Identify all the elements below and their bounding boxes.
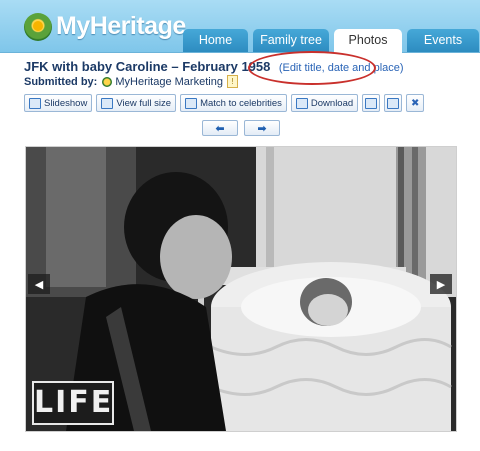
download-button[interactable]: Download [290, 94, 359, 112]
download-label: Download [310, 97, 354, 109]
rotate-left-button[interactable] [362, 94, 381, 112]
slideshow-button[interactable]: Slideshow [24, 94, 93, 112]
myheritage-user-icon [102, 76, 113, 87]
slideshow-label: Slideshow [44, 97, 88, 109]
site-header: MyHeritage Home Family tree Photos Event… [0, 0, 480, 53]
submitted-by-label: Submitted by: [24, 75, 98, 88]
myheritage-logo-icon [24, 12, 52, 41]
photo-title: JFK with baby Caroline – February 1958 [24, 59, 271, 74]
zoom-icon [101, 97, 114, 109]
tab-home[interactable]: Home [183, 29, 248, 52]
tab-family-tree[interactable]: Family tree [253, 29, 329, 52]
download-icon [295, 97, 308, 109]
tab-photos[interactable]: Photos [334, 29, 402, 53]
rotate-left-icon [365, 97, 378, 109]
info-icon[interactable]: ! [226, 75, 238, 88]
tab-events[interactable]: Events [407, 29, 479, 52]
next-photo-button[interactable]: ➡ [244, 120, 280, 136]
arrow-right-icon: ➡ [257, 122, 267, 135]
view-full-size-button[interactable]: View full size [96, 94, 177, 112]
life-watermark: LIFE [32, 381, 114, 425]
delete-icon: ✖ [410, 97, 420, 109]
caret-left-icon: ◀ [34, 278, 44, 291]
submitted-by: Submitted by: MyHeritage Marketing ! [24, 75, 238, 88]
view-full-size-label: View full size [116, 97, 172, 109]
logo-text: MyHeritage [56, 12, 186, 40]
rotate-right-icon [387, 97, 400, 109]
rotate-right-button[interactable] [384, 94, 403, 112]
photo-toolbar: Slideshow View full size Match to celebr… [24, 94, 425, 112]
highlight-oval [248, 51, 376, 85]
photo-prev-arrow[interactable]: ◀ [28, 274, 50, 294]
match-celebrities-label: Match to celebrities [200, 97, 282, 109]
previous-photo-button[interactable]: ⬅ [202, 120, 238, 136]
photo-next-arrow[interactable]: ▶ [430, 274, 452, 294]
delete-button[interactable]: ✖ [406, 94, 425, 112]
caret-right-icon: ▶ [436, 278, 446, 291]
slideshow-icon [29, 97, 41, 109]
submitter-link[interactable]: MyHeritage Marketing [115, 76, 223, 88]
logo[interactable]: MyHeritage [24, 12, 186, 41]
people-icon [185, 97, 198, 109]
match-celebrities-button[interactable]: Match to celebrities [180, 94, 287, 112]
main-nav-tabs: Home Family tree Photos Events [183, 29, 479, 53]
arrow-left-icon: ⬅ [215, 122, 225, 135]
